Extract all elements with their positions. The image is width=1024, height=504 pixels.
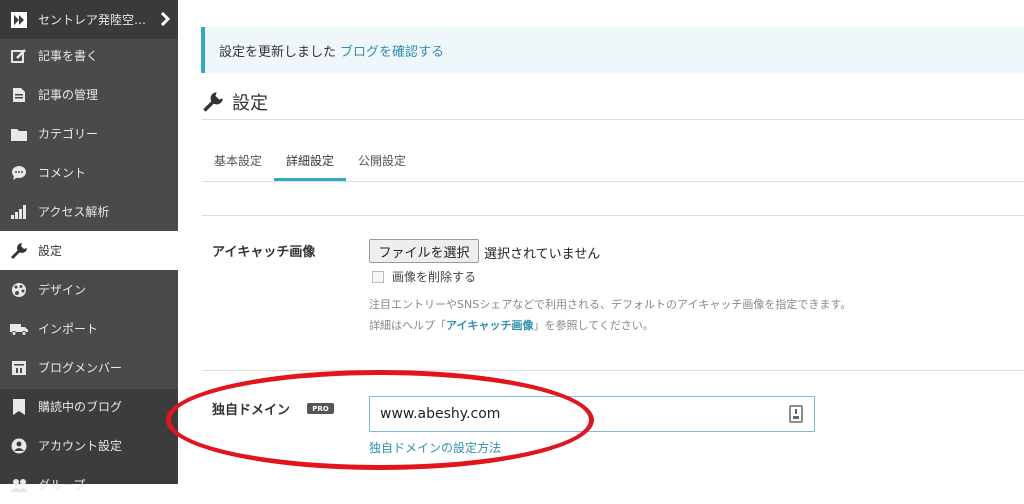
eyecatch-help-line: 詳細はヘルプ「アイキャッチ画像」を参照してください。 (369, 317, 654, 333)
eyecatch-description: 注目エントリーやSNSシェアなどで利用される、デフォルトのアイキャッチ画像を指定… (369, 298, 852, 311)
bar-chart-icon (10, 203, 28, 221)
wrench-icon (202, 91, 224, 113)
help-prefix: 詳細はヘルプ「 (369, 319, 446, 332)
eyecatch-help-link[interactable]: アイキャッチ画像 (446, 319, 533, 332)
eyecatch-label: アイキャッチ画像 (212, 245, 316, 260)
sidebar-item-label: ブログメンバー (38, 361, 123, 375)
settings-tabs: 基本設定 詳細設定 公開設定 (202, 143, 418, 181)
custom-domain-input[interactable]: www.abeshy.com (369, 396, 815, 432)
sidebar-item-subscriptions[interactable]: 購読中のブログ (0, 387, 178, 426)
tab-advanced[interactable]: 詳細設定 (274, 143, 347, 181)
page-title-text: 設定 (232, 93, 268, 114)
pro-badge: PRO (307, 403, 334, 414)
sidebar-item-category[interactable]: カテゴリー (0, 114, 178, 153)
delete-image-label[interactable]: 画像を削除する (392, 268, 476, 285)
sidebar-item-import[interactable]: インポート (0, 309, 178, 348)
custom-domain-label: 独自ドメイン (212, 403, 291, 418)
sidebar-item-label: グループ (38, 478, 86, 492)
sidebar-item-label: 記事の管理 (38, 88, 99, 102)
group-icon (10, 476, 28, 494)
delete-image-row: 画像を削除する (372, 268, 476, 285)
section-divider (202, 215, 1024, 216)
account-icon (10, 437, 28, 455)
custom-domain-help-link[interactable]: 独自ドメインの設定方法 (369, 439, 501, 456)
document-icon (10, 86, 28, 104)
edit-icon (10, 47, 28, 65)
sidebar-item-label: 記事を書く (38, 49, 99, 63)
tab-publish[interactable]: 公開設定 (346, 143, 418, 179)
bookmark-icon (10, 398, 28, 416)
tabs-divider (202, 181, 1024, 182)
notice-text: 設定を更新しました (219, 44, 337, 60)
divider (202, 119, 1024, 120)
sidebar-item-label: 設定 (38, 244, 63, 258)
sidebar-blog-switcher[interactable]: セントレア発陸空… (0, 0, 178, 39)
sidebar-item-label: コメント (38, 166, 87, 180)
tab-basic[interactable]: 基本設定 (202, 143, 274, 179)
view-blog-link[interactable]: ブログを確認する (340, 41, 444, 60)
sidebar: セントレア発陸空… 記事を書く 記事の管理 カテゴリー コメント アクセス解析 (0, 0, 178, 492)
sidebar-item-analytics[interactable]: アクセス解析 (0, 192, 178, 231)
truck-icon (10, 320, 28, 338)
palette-icon (10, 281, 28, 299)
sidebar-item-label: 購読中のブログ (38, 400, 123, 414)
sidebar-item-label: インポート (38, 322, 99, 336)
hatena-blog-logo-icon (10, 11, 28, 29)
sidebar-item-settings[interactable]: 設定 (0, 231, 178, 270)
sidebar-item-label: アクセス解析 (38, 205, 110, 219)
sidebar-item-members[interactable]: ブログメンバー (0, 348, 178, 387)
folder-icon (10, 125, 28, 143)
update-notice: 設定を更新しました ブログを確認する (201, 27, 1024, 73)
wrench-icon (10, 242, 28, 260)
choose-file-button[interactable]: ファイルを選択 (369, 239, 479, 263)
password-manager-icon[interactable] (788, 405, 804, 427)
sidebar-item-label: カテゴリー (38, 127, 99, 141)
help-suffix: 」を参照してください。 (533, 319, 654, 332)
sidebar-item-label: デザイン (38, 283, 87, 297)
delete-image-checkbox[interactable] (372, 270, 384, 283)
sidebar-item-label: アカウント設定 (38, 439, 123, 453)
custom-domain-value: www.abeshy.com (380, 406, 501, 422)
page-title: 設定 (202, 86, 268, 118)
sidebar-item-manage[interactable]: 記事の管理 (0, 75, 178, 114)
comment-icon (10, 164, 28, 182)
chevron-right-icon[interactable] (160, 11, 171, 30)
sidebar-item-design[interactable]: デザイン (0, 270, 178, 309)
members-icon (10, 359, 28, 377)
sidebar-item-group[interactable]: グループ (0, 465, 178, 504)
section-divider (202, 370, 1024, 371)
sidebar-item-write[interactable]: 記事を書く (0, 36, 178, 75)
sidebar-item-account[interactable]: アカウント設定 (0, 426, 178, 465)
sidebar-blog-name: セントレア発陸空… (38, 13, 147, 27)
file-status-text: 選択されていません (484, 247, 601, 262)
sidebar-item-comment[interactable]: コメント (0, 153, 178, 192)
